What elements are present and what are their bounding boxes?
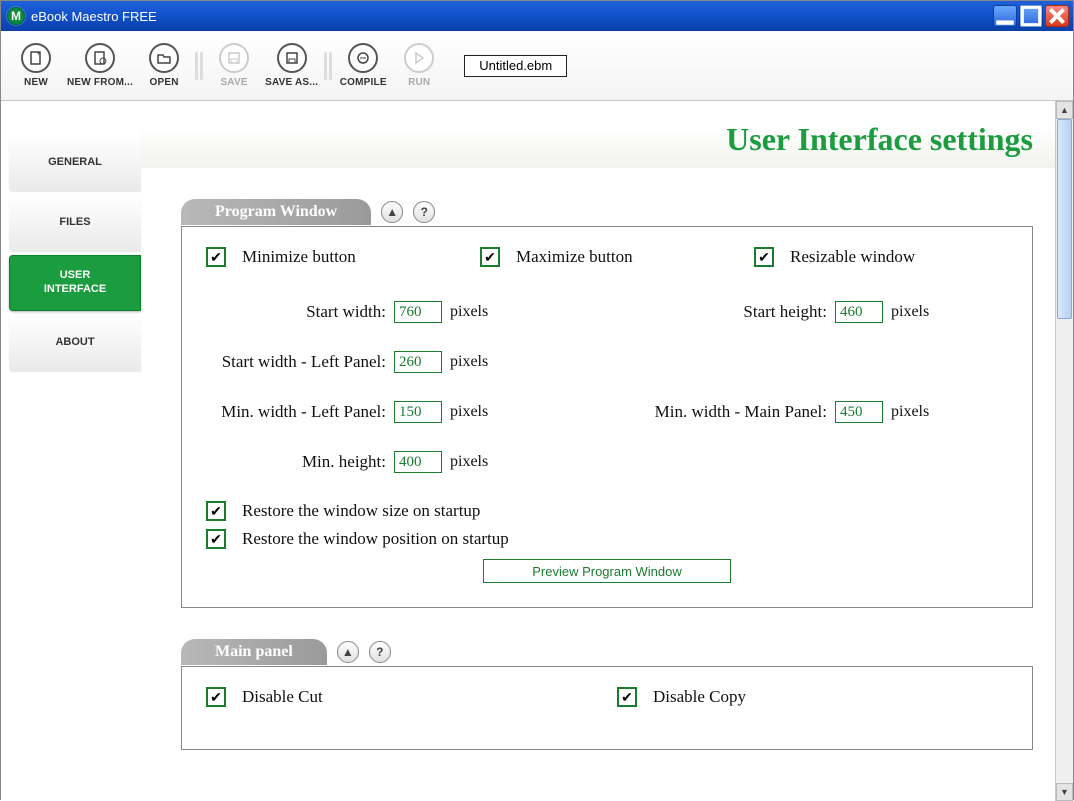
pixels-unit: pixels [450,303,488,321]
start-width-input[interactable] [394,301,442,323]
preview-program-window-button[interactable]: Preview Program Window [483,559,731,583]
run-icon [404,43,434,73]
new-label: NEW [24,77,48,88]
help-button[interactable]: ? [413,201,435,223]
new-from-label: NEW FROM... [67,77,133,88]
start-width-label: Start width: [206,302,386,322]
collapse-button[interactable]: ▲ [337,641,359,663]
min-width-main-input[interactable] [835,401,883,423]
sidebar-item-about[interactable]: ABOUT [9,315,141,371]
min-height-input[interactable] [394,451,442,473]
min-width-main-label: Min. width - Main Panel: [607,402,827,422]
start-width-left-input[interactable] [394,351,442,373]
run-label: RUN [408,77,430,88]
pixels-unit: pixels [450,403,488,421]
main-pane: User Interface settings Program Window ▲… [141,101,1073,801]
min-height-label: Min. height: [206,452,386,472]
new-icon [21,43,51,73]
save-icon [219,43,249,73]
compile-icon [348,43,378,73]
resizable-label: Resizable window [790,247,915,267]
section-program-window: Program Window ▲ ? ✔ Minimize button ✔ M… [181,198,1033,608]
sidebar-item-general[interactable]: GENERAL [9,135,141,191]
save-button[interactable]: SAVE [209,43,259,88]
check-icon: ✔ [210,690,222,704]
collapse-button[interactable]: ▲ [381,201,403,223]
start-height-input[interactable] [835,301,883,323]
check-icon: ✔ [210,250,222,264]
start-height-label: Start height: [607,302,827,322]
section-main-panel: Main panel ▲ ? ✔ Disable Cut ✔ Disable C… [181,638,1033,750]
section-heading-main-panel: Main panel [181,639,327,665]
section-heading-program-window: Program Window [181,199,371,225]
new-from-button[interactable]: NEW FROM... [67,43,133,88]
toolbar: NEW NEW FROM... OPEN SAVE SAVE AS... COM… [1,31,1073,101]
scrollbar-thumb[interactable] [1057,119,1072,319]
pixels-unit: pixels [450,453,488,471]
toolbar-separator [324,46,332,86]
toolbar-separator [195,46,203,86]
scrollbar-track[interactable] [1056,119,1073,783]
compile-button[interactable]: COMPILE [338,43,388,88]
new-button[interactable]: NEW [11,43,61,88]
open-button[interactable]: OPEN [139,43,189,88]
restore-pos-checkbox[interactable]: ✔ [206,529,226,549]
page-title: User Interface settings [141,101,1073,168]
disable-cut-label: Disable Cut [242,687,323,707]
sidebar-item-files[interactable]: FILES [9,195,141,251]
check-icon: ✔ [210,532,222,546]
app-icon: M [7,7,25,25]
new-from-icon [85,43,115,73]
check-icon: ✔ [621,690,633,704]
maximize-label: Maximize button [516,247,633,267]
disable-copy-label: Disable Copy [653,687,746,707]
check-icon: ✔ [758,250,770,264]
pixels-unit: pixels [891,403,929,421]
run-button[interactable]: RUN [394,43,444,88]
window-controls [993,5,1069,27]
restore-pos-label: Restore the window position on startup [242,529,509,549]
pixels-unit: pixels [891,303,929,321]
scroll-down-button[interactable]: ▼ [1056,783,1073,801]
resizable-checkbox[interactable]: ✔ [754,247,774,267]
compile-label: COMPILE [340,77,387,88]
maximize-checkbox[interactable]: ✔ [480,247,500,267]
disable-copy-checkbox[interactable]: ✔ [617,687,637,707]
sidebar-item-user-interface[interactable]: USER INTERFACE [9,255,141,311]
check-icon: ✔ [210,504,222,518]
vertical-scrollbar[interactable]: ▲ ▼ [1055,101,1073,801]
close-window-button[interactable] [1045,5,1069,27]
save-label: SAVE [220,77,247,88]
help-button[interactable]: ? [369,641,391,663]
minimize-label: Minimize button [242,247,356,267]
save-as-button[interactable]: SAVE AS... [265,43,318,88]
pixels-unit: pixels [450,353,488,371]
scroll-up-button[interactable]: ▲ [1056,101,1073,119]
min-width-left-input[interactable] [394,401,442,423]
minimize-window-button[interactable] [993,5,1017,27]
check-icon: ✔ [484,250,496,264]
restore-size-checkbox[interactable]: ✔ [206,501,226,521]
restore-size-label: Restore the window size on startup [242,501,480,521]
sidebar: GENERAL FILES USER INTERFACE ABOUT [1,101,141,801]
start-width-left-label: Start width - Left Panel: [206,352,386,372]
filename-display: Untitled.ebm [464,55,567,77]
open-label: OPEN [150,77,179,88]
titlebar: M eBook Maestro FREE [1,1,1073,31]
save-as-label: SAVE AS... [265,77,318,88]
maximize-window-button[interactable] [1019,5,1043,27]
workarea: GENERAL FILES USER INTERFACE ABOUT User … [1,101,1073,801]
minimize-checkbox[interactable]: ✔ [206,247,226,267]
window-title: eBook Maestro FREE [31,9,993,24]
open-icon [149,43,179,73]
save-as-icon [277,43,307,73]
disable-cut-checkbox[interactable]: ✔ [206,687,226,707]
min-width-left-label: Min. width - Left Panel: [206,402,386,422]
